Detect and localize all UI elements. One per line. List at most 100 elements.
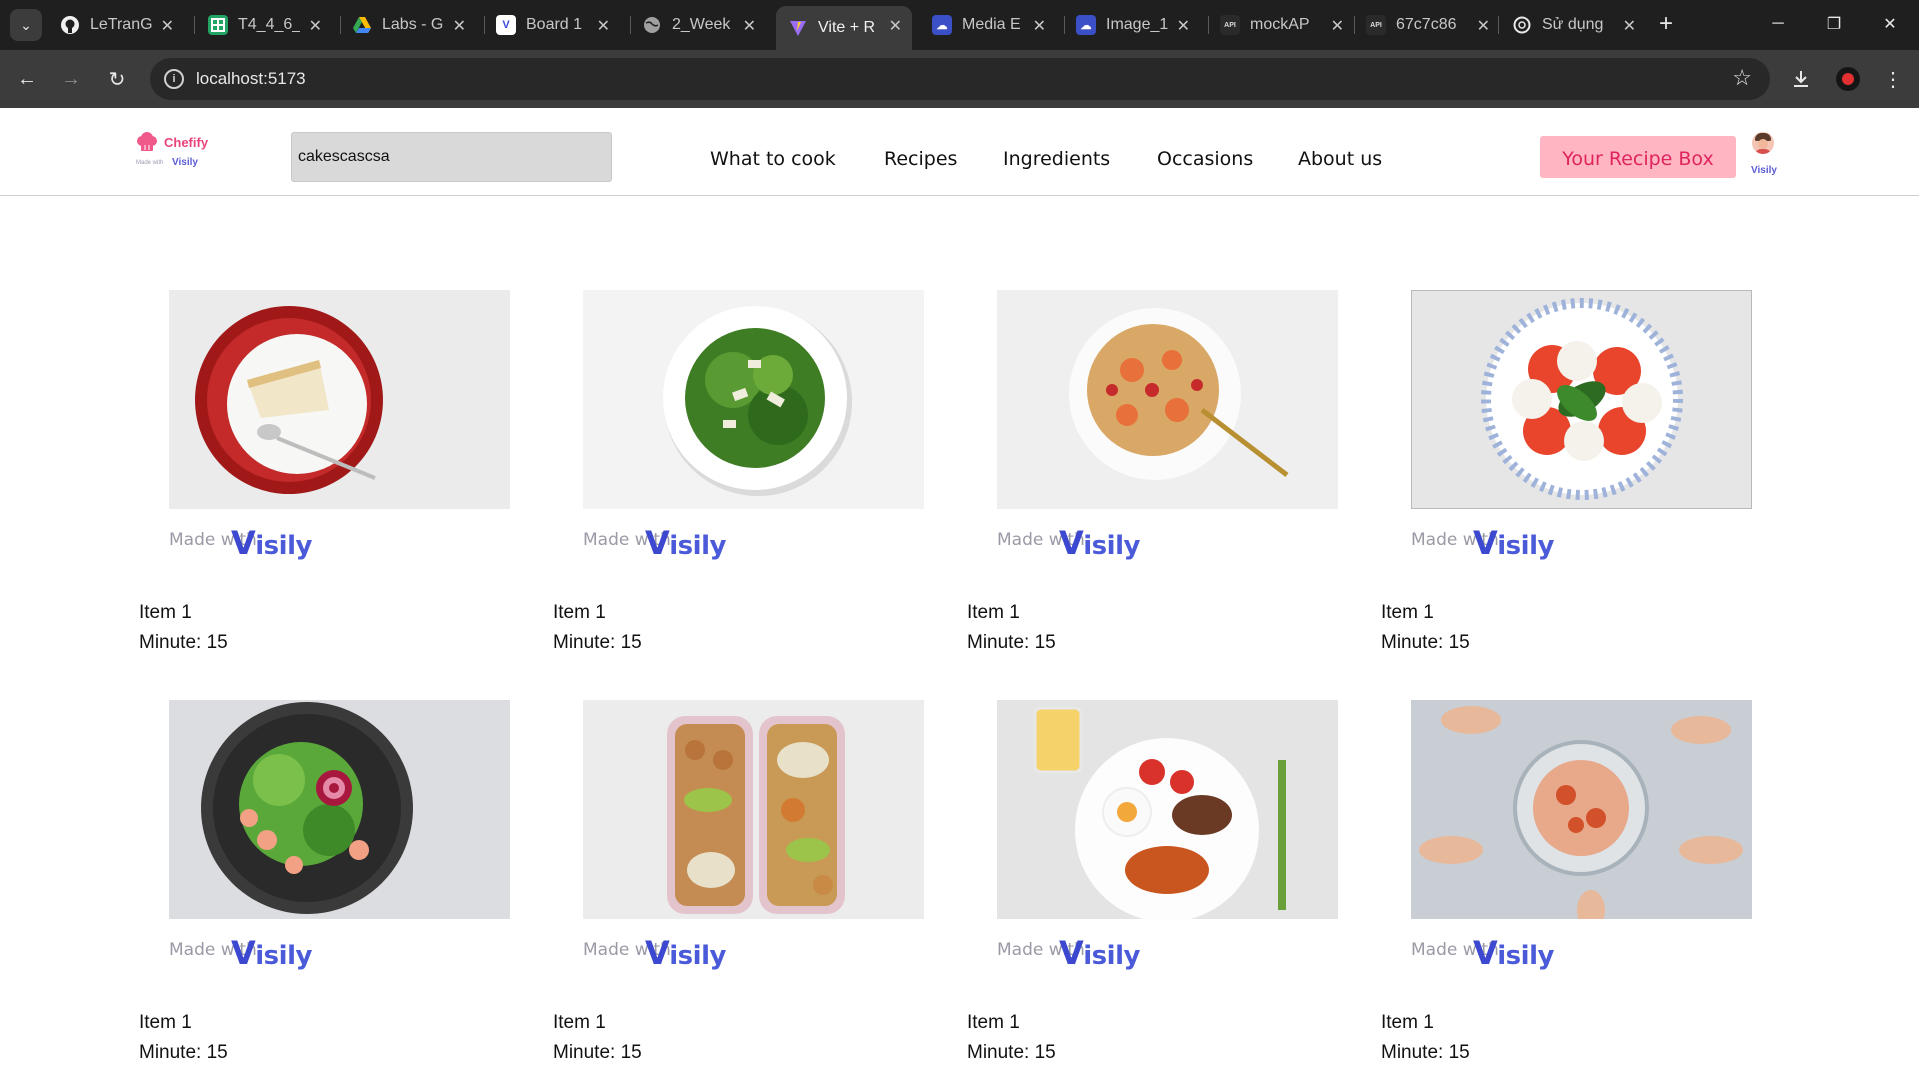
caprese-image [1411, 290, 1752, 509]
brand-visily: Visily [172, 157, 198, 168]
browser-tab[interactable]: LeTranGi ✕ [48, 6, 184, 44]
close-icon[interactable]: ✕ [309, 16, 322, 36]
download-icon[interactable] [1784, 62, 1818, 96]
tab-title: Vite + R [818, 19, 876, 36]
window-close-icon[interactable]: ✕ [1870, 8, 1910, 40]
brand-made-with: Made with [136, 160, 164, 166]
chevron-down-icon: ⌄ [20, 16, 32, 33]
close-icon[interactable]: ✕ [1331, 16, 1344, 36]
browser-tab[interactable]: 2_Week ✕ [630, 6, 766, 44]
recipe-card[interactable]: Made with Visily Item 1 Minute: 15 [139, 700, 519, 1063]
mockapi-icon: API [1220, 15, 1240, 35]
close-icon[interactable]: ✕ [1477, 16, 1490, 36]
brand-logo[interactable]: Chefify Made with Visily [136, 132, 226, 172]
address-bar[interactable]: i localhost:5173 ☆ [150, 58, 1770, 100]
browser-tab[interactable]: API 67c7c86 ✕ [1354, 6, 1500, 44]
nav-what-to-cook[interactable]: What to cook [710, 148, 836, 170]
close-icon[interactable]: ✕ [453, 16, 466, 36]
item-minute: Minute: 15 [1381, 632, 1470, 653]
item-minute: Minute: 15 [1381, 1042, 1470, 1063]
drive-icon [352, 15, 372, 35]
visily-logo: Visily [1473, 934, 1554, 972]
cloud-icon: ☁ [932, 15, 952, 35]
english-breakfast-image [997, 700, 1338, 919]
close-icon[interactable]: ✕ [743, 16, 756, 36]
visily-text: isily [1083, 941, 1140, 971]
nav-ingredients[interactable]: Ingredients [1003, 148, 1110, 170]
bookmark-star-icon[interactable]: ☆ [1732, 65, 1752, 91]
item-minute: Minute: 15 [967, 632, 1056, 653]
shrimp-pasta-image [997, 290, 1338, 509]
item-name: Item 1 [139, 602, 192, 623]
item-minute: Minute: 15 [553, 1042, 642, 1063]
search-input[interactable] [291, 132, 612, 182]
item-minute: Minute: 15 [553, 632, 642, 653]
forward-arrow-icon[interactable]: → [54, 62, 88, 96]
visily-v: V [645, 524, 670, 562]
close-icon[interactable]: ✕ [1623, 16, 1636, 36]
openai-icon [1512, 15, 1532, 35]
visily-text: isily [1083, 531, 1140, 561]
minimize-icon[interactable]: ─ [1758, 8, 1798, 40]
browser-tab[interactable]: ☁ Media E ✕ [920, 6, 1056, 44]
recipe-card[interactable]: Made with Visily Item 1 Minute: 15 [553, 700, 933, 1063]
close-icon[interactable]: ✕ [597, 16, 610, 36]
recipe-card[interactable]: Made with Visily Item 1 Minute: 15 [553, 290, 933, 653]
visily-v: V [645, 934, 670, 972]
back-arrow-icon[interactable]: ← [10, 62, 44, 96]
browser-tab[interactable]: T4_4_6_ ✕ [196, 6, 332, 44]
tab-search-button[interactable]: ⌄ [10, 9, 42, 41]
site-info-icon[interactable]: i [164, 69, 184, 89]
avatar-face [1758, 139, 1768, 149]
tab-title: T4_4_6_ [238, 16, 300, 33]
page-content: Chefify Made with Visily What to cook Re… [0, 108, 1919, 1079]
close-icon[interactable]: ✕ [161, 16, 174, 36]
avatar-visily-label: Visily [1751, 165, 1777, 176]
vite-icon [788, 18, 808, 38]
recipe-card[interactable]: Made with Visily Item 1 Minute: 15 [967, 290, 1347, 653]
browser-menu-icon[interactable]: ⋮ [1876, 62, 1910, 96]
tab-title: LeTranGi [90, 16, 152, 33]
item-name: Item 1 [967, 1012, 1020, 1033]
visily-v: V [231, 934, 256, 972]
tab-title: Image_1 [1106, 16, 1168, 33]
green-salad-image [583, 290, 924, 509]
recipe-box-button[interactable]: Your Recipe Box [1540, 136, 1736, 178]
avatar[interactable] [1752, 132, 1774, 154]
close-icon[interactable]: ✕ [889, 16, 902, 36]
extension-icon[interactable] [1836, 67, 1860, 91]
new-tab-plus-icon[interactable]: + [1652, 10, 1680, 38]
close-icon[interactable]: ✕ [1177, 16, 1190, 36]
visily-v: V [231, 524, 256, 562]
nav-occasions[interactable]: Occasions [1157, 148, 1253, 170]
recipe-card[interactable]: Made with Visily Item 1 Minute: 15 [1381, 290, 1761, 653]
item-minute: Minute: 15 [967, 1042, 1056, 1063]
item-minute: Minute: 15 [139, 1042, 228, 1063]
tab-title: Sử dụng [1542, 16, 1604, 33]
close-icon[interactable]: ✕ [1033, 16, 1046, 36]
tab-title: 2_Week [672, 16, 731, 33]
browser-tab-active[interactable]: Vite + R ✕ [776, 6, 912, 50]
shared-platter-image [1411, 700, 1752, 919]
item-name: Item 1 [553, 602, 606, 623]
browser-tab[interactable]: Sử dụng ✕ [1500, 6, 1646, 44]
nav-recipes[interactable]: Recipes [884, 148, 957, 170]
recipe-card[interactable]: Made with Visily Item 1 Minute: 15 [967, 700, 1347, 1063]
browser-tab[interactable]: ☁ Image_1 ✕ [1064, 6, 1200, 44]
shrimp-salad-image [169, 700, 510, 919]
tab-title: 67c7c86 [1396, 16, 1457, 33]
restore-icon[interactable]: ❐ [1814, 8, 1854, 40]
item-name: Item 1 [1381, 1012, 1434, 1033]
browser-tab[interactable]: V Board 1 ✕ [484, 6, 620, 44]
browser-tab[interactable]: API mockAP ✕ [1208, 6, 1354, 44]
brand-name: Chefify [164, 135, 209, 150]
browser-tab[interactable]: Labs - G ✕ [340, 6, 476, 44]
reload-icon[interactable]: ↻ [100, 62, 134, 96]
tab-separator [1498, 16, 1499, 34]
browser-toolbar: ← → ↻ i localhost:5173 ☆ ⋮ [0, 50, 1919, 108]
visily-text: isily [669, 531, 726, 561]
tab-separator [194, 16, 195, 34]
recipe-card[interactable]: Made with Visily Item 1 Minute: 15 [139, 290, 519, 653]
recipe-card[interactable]: Made with Visily Item 1 Minute: 15 [1381, 700, 1761, 1063]
nav-about-us[interactable]: About us [1298, 148, 1382, 170]
